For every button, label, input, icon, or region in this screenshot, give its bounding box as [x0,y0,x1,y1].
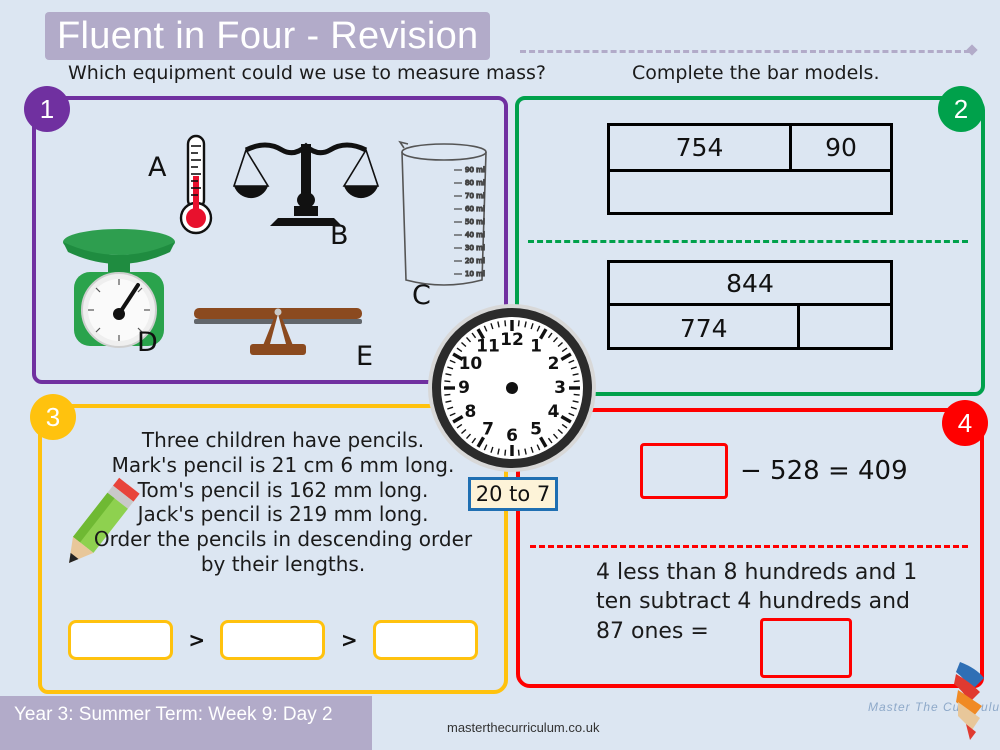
question-4-divider [530,545,968,548]
thermometer-icon [179,134,213,235]
bar-model-1-bottom-row [610,172,890,215]
title-divider-endpoint [966,44,978,56]
brand-pencil-icon [954,662,984,740]
bar-model-2-bottom-row: 774 [610,306,890,350]
question-4-equation-text: − 528 = 409 [740,456,908,486]
question-3-text: Three children have pencils. Mark's penc… [93,428,473,576]
svg-text:10 ml: 10 ml [465,270,485,278]
analogue-clock: 12 1 2 3 4 5 6 7 8 9 10 11 [426,302,598,474]
question-2-badge: 2 [938,86,984,132]
clock-numeral-3: 3 [554,378,566,398]
bar-model-2-answer-cell[interactable] [800,306,890,350]
svg-text:80 ml: 80 ml [465,179,485,187]
clock-numeral-7: 7 [482,420,494,440]
clock-numeral-9: 9 [458,378,470,398]
clock-numeral-12: 12 [500,330,524,350]
svg-text:20 ml: 20 ml [465,257,485,265]
question-3-answer-row: > > [68,620,478,660]
bar-model-2: 844 774 [607,260,893,350]
clock-numeral-6: 6 [506,426,518,446]
question-3-answer-box-1[interactable] [68,620,173,660]
svg-text:30 ml: 30 ml [465,244,485,252]
footer-band: Year 3: Summer Term: Week 9: Day 2 [0,696,372,750]
worksheet-page: Fluent in Four - Revision Which equipmen… [0,0,1000,750]
page-title-band: Fluent in Four - Revision [45,12,491,60]
svg-text:50 ml: 50 ml [465,218,485,226]
clock-numeral-11: 11 [476,336,500,356]
question-4-word-problem-answer-box[interactable] [760,618,852,678]
bar-model-1-cell-whole[interactable]: 754 [610,126,792,169]
equipment-label-b: B [330,220,349,251]
measuring-beaker-icon: 90 ml 80 ml 70 ml 60 ml 50 ml 40 ml 30 m… [398,140,487,286]
svg-text:90 ml: 90 ml [465,166,485,174]
lesson-label: Year 3: Summer Term: Week 9: Day 2 [14,704,333,725]
question-2-prompt: Complete the bar models. [632,62,880,84]
question-4-badge: 4 [942,400,988,446]
clock-numeral-1: 1 [530,336,542,356]
greater-than-sign-2: > [340,628,358,652]
bar-model-2-cell-part[interactable]: 774 [610,306,801,350]
svg-text:40 ml: 40 ml [465,231,485,239]
seesaw-balance-icon [194,308,362,355]
question-4-equation-answer-box[interactable] [640,443,728,499]
svg-text:60 ml: 60 ml [465,205,485,213]
clock-center-dot [506,382,518,394]
clock-numeral-2: 2 [548,354,560,374]
clock-numeral-10: 10 [459,354,483,374]
svg-text:70 ml: 70 ml [465,192,485,200]
kitchen-scale-icon [63,229,175,348]
question-4-equation: − 528 = 409 [640,443,908,499]
balance-scales-icon [232,142,380,226]
equipment-label-a: A [148,152,167,183]
bar-model-1-cell-part[interactable]: 90 [792,126,890,169]
clock-numeral-4: 4 [548,402,560,422]
page-title: Fluent in Four - Revision [57,15,479,57]
title-divider-line [520,50,970,53]
question-3-answer-box-2[interactable] [220,620,326,660]
bar-model-1-top-row: 754 90 [610,126,890,172]
clock-numeral-5: 5 [530,420,542,440]
equipment-label-e: E [356,341,374,372]
site-url: masterthecurriculum.co.uk [447,720,600,735]
bar-model-1: 754 90 [607,123,893,215]
question-3-badge: 3 [30,394,76,440]
clock-time-label: 20 to 7 [468,477,558,511]
question-1-prompt: Which equipment could we use to measure … [68,62,546,84]
clock-numeral-8: 8 [465,402,477,422]
question-1-badge: 1 [24,86,70,132]
bar-model-2-cell-whole[interactable]: 844 [610,263,890,303]
question-3-answer-box-3[interactable] [372,620,478,660]
bar-model-1-answer-cell[interactable] [610,172,890,215]
equipment-label-d: D [137,327,158,358]
bar-model-2-top-row: 844 [610,263,890,306]
question-2-divider [528,240,968,243]
greater-than-sign-1: > [188,628,206,652]
